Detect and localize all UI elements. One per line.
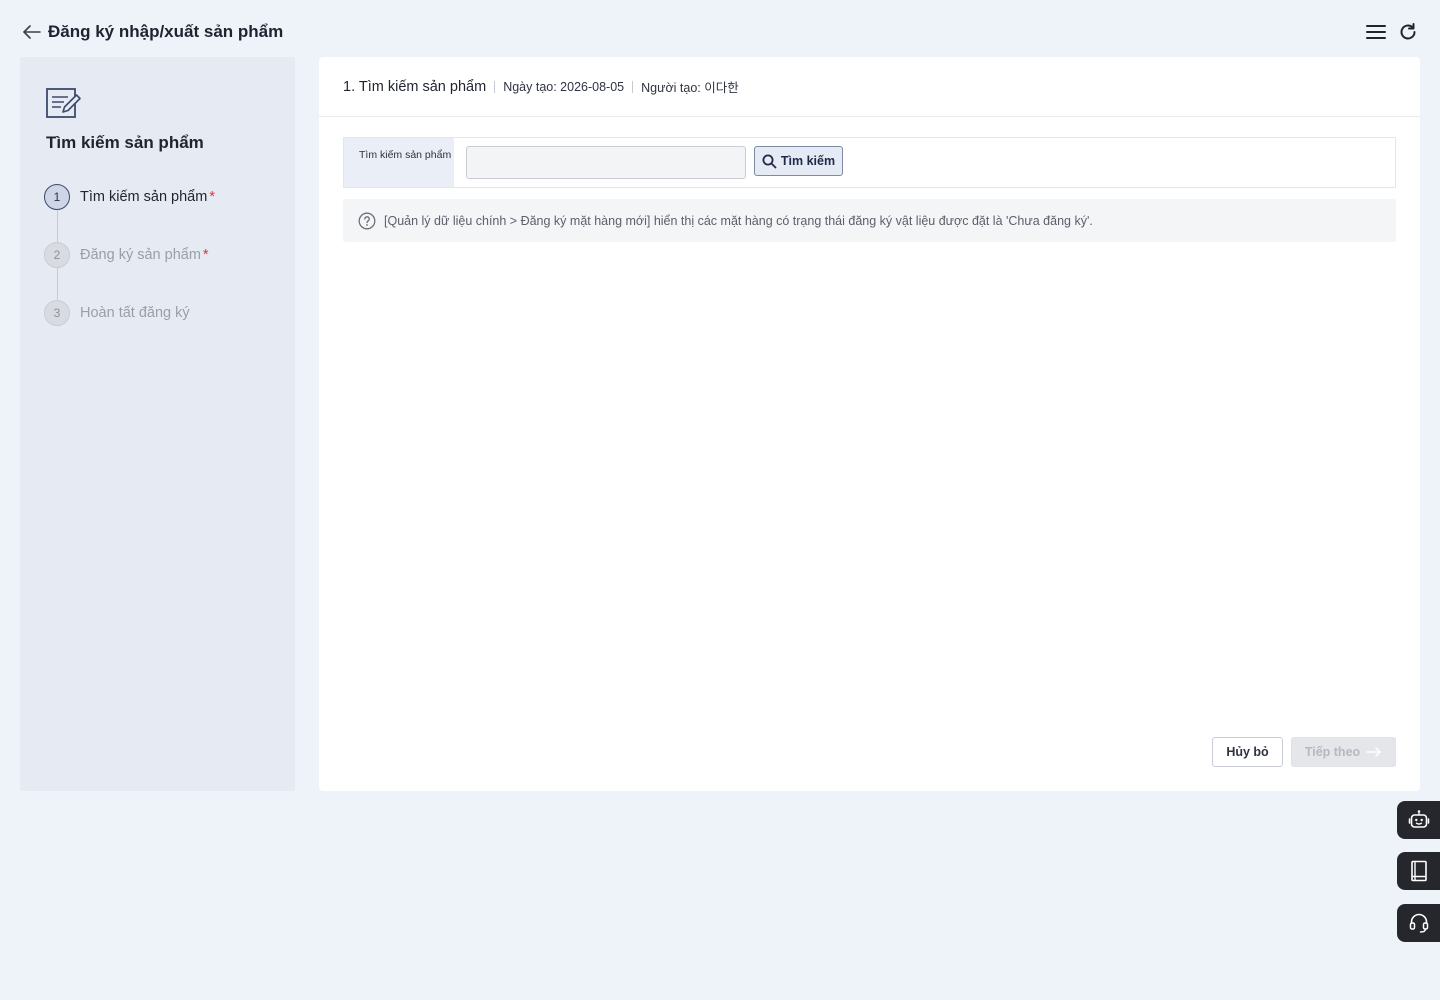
panel-header: 1. Tìm kiếm sản phẩm Ngày tạo: 2026-08-0… xyxy=(319,57,1420,117)
divider xyxy=(632,80,634,93)
page-title: Đăng ký nhập/xuất sản phẩm xyxy=(48,22,284,41)
help-question-icon xyxy=(358,212,376,229)
main-panel: 1. Tìm kiếm sản phẩm Ngày tạo: 2026-08-0… xyxy=(319,57,1420,791)
required-marker: * xyxy=(209,189,215,205)
search-button-label: Tìm kiếm xyxy=(780,154,836,168)
next-button[interactable]: Tiếp theo xyxy=(1291,737,1396,767)
hamburger-menu-icon[interactable] xyxy=(1364,20,1388,44)
search-button[interactable]: Tìm kiếm xyxy=(754,146,843,176)
cancel-button[interactable]: Hủy bỏ xyxy=(1212,737,1283,767)
created-date: Ngày tạo: 2026-08-05 xyxy=(503,79,625,94)
creator: Người tạo: 이다한 xyxy=(641,81,739,95)
info-text: [Quản lý dữ liệu chính > Đăng ký mặt hàn… xyxy=(384,213,1093,228)
step-sidebar: Tìm kiếm sản phẩm 1 Tìm kiếm sản phẩm * 2… xyxy=(20,57,295,791)
step-item-search-product[interactable]: 1 Tìm kiếm sản phẩm * xyxy=(44,184,284,242)
step-label: Tìm kiếm sản phẩm * xyxy=(80,189,215,205)
refresh-icon[interactable] xyxy=(1396,20,1420,44)
back-arrow-icon[interactable] xyxy=(20,20,44,44)
step-connector xyxy=(56,268,58,300)
support-button[interactable] xyxy=(1397,904,1440,942)
search-field-label: Tìm kiếm sản phẩm xyxy=(344,138,454,187)
divider xyxy=(494,80,496,93)
step-item-register-product[interactable]: 2 Đăng ký sản phẩm * xyxy=(44,242,284,300)
chatbot-icon xyxy=(1408,810,1429,828)
top-bar: Đăng ký nhập/xuất sản phẩm xyxy=(0,0,1440,64)
required-marker: * xyxy=(202,247,209,263)
manual-button[interactable] xyxy=(1397,852,1440,890)
step-list: 1 Tìm kiếm sản phẩm * 2 Đăng ký sản phẩm *… xyxy=(44,184,284,358)
arrow-right-icon xyxy=(1366,747,1381,757)
document-edit-icon xyxy=(46,87,82,119)
panel-title: 1. Tìm kiếm sản phẩm xyxy=(343,78,487,95)
step-connector xyxy=(56,210,58,242)
step-label: Đăng ký sản phẩm * xyxy=(80,247,209,263)
step-label: Hoàn tất đăng ký xyxy=(80,305,190,321)
info-notice: [Quản lý dữ liệu chính > Đăng ký mặt hàn… xyxy=(343,199,1396,242)
search-form-row: Tìm kiếm sản phẩm Tìm kiếm xyxy=(343,137,1396,188)
search-icon xyxy=(762,154,777,168)
chatbot-button[interactable] xyxy=(1397,801,1440,839)
sidebar-title: Tìm kiếm sản phẩm xyxy=(46,133,204,152)
step-item-complete-registration[interactable]: 3 Hoàn tất đăng ký xyxy=(44,300,284,358)
product-search-input[interactable] xyxy=(466,146,746,179)
manual-book-icon xyxy=(1410,860,1427,882)
step-number-badge: 1 xyxy=(44,184,70,210)
headset-support-icon xyxy=(1409,913,1428,933)
step-number-badge: 2 xyxy=(44,242,70,268)
next-button-label: Tiếp theo xyxy=(1304,745,1361,759)
step-number-badge: 3 xyxy=(44,300,70,326)
